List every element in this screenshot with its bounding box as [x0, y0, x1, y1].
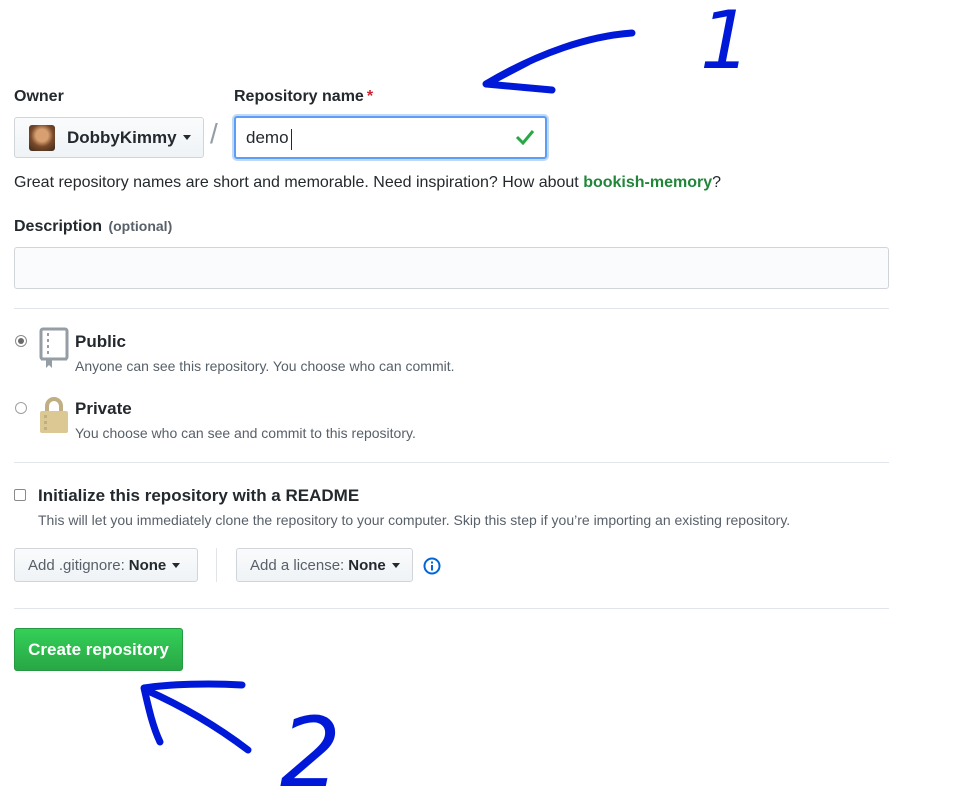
- annotation-overlay: 1 2: [140, 0, 751, 789]
- arrow-1-icon: [482, 29, 636, 94]
- arrow-2-icon: [140, 680, 252, 754]
- annotation-number-2: 2: [280, 697, 341, 789]
- annotation-number-1: 1: [700, 0, 751, 87]
